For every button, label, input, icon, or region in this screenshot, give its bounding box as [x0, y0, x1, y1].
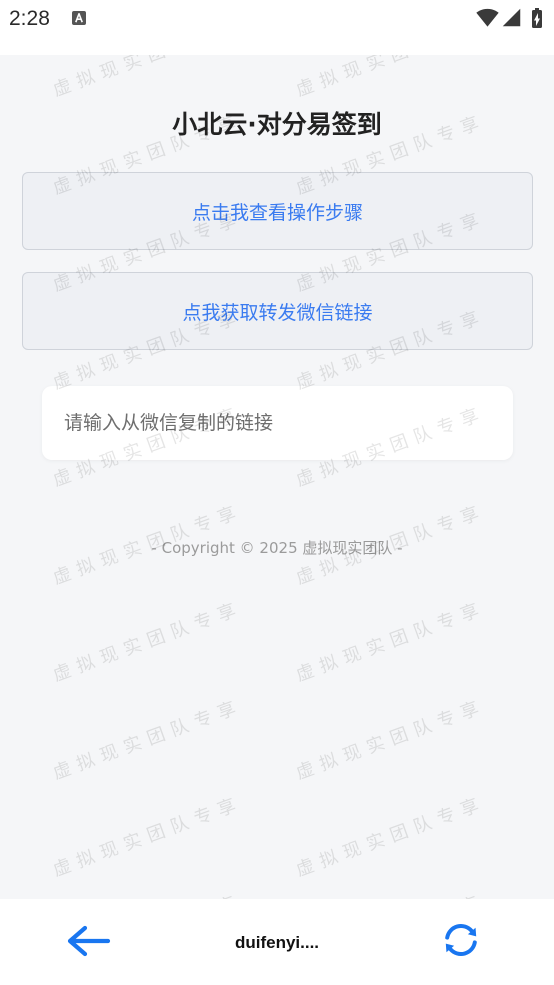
watermark-text: 虚拟现实团队专享 [293, 695, 489, 784]
view-steps-button[interactable]: 点击我查看操作步骤 [22, 172, 533, 250]
watermark-text: 虚拟现实团队专享 [293, 597, 489, 686]
back-button[interactable] [62, 919, 116, 963]
page-content: 小北云·对分易签到 点击我查看操作步骤 点我获取转发微信链接 - Copyrig… [0, 55, 554, 899]
watermark-text: 虚拟现实团队专享 [50, 792, 246, 881]
wifi-icon [476, 8, 499, 27]
link-input-card [42, 386, 513, 460]
arrow-left-icon [67, 925, 111, 957]
get-wechat-link-button[interactable]: 点我获取转发微信链接 [22, 272, 533, 350]
watermark-text: 虚拟现实团队专享 [293, 55, 489, 101]
watermark-text: 虚拟现实团队专享 [293, 890, 488, 899]
refresh-button[interactable] [437, 916, 485, 964]
battery-charging-icon [532, 8, 542, 28]
refresh-icon [445, 924, 477, 956]
page-title: 小北云·对分易签到 [172, 110, 382, 139]
page-url-title: duifenyi.... [234, 933, 320, 952]
phone-screen: 2:28 小北云·对分易签到 点击我查看操作步骤 点我获取转发微信链接 - Co… [0, 0, 554, 985]
watermark-text: 虚拟现实团队专享 [50, 55, 246, 101]
watermark-text: 虚拟现实团队专享 [50, 597, 246, 686]
watermark-text: 虚拟现实团队专享 [50, 695, 246, 784]
status-bar: 2:28 [0, 0, 554, 55]
app-notification-icon [72, 11, 86, 25]
browser-bottom-bar: duifenyi.... [0, 899, 554, 985]
watermark-text: 虚拟现实团队专享 [293, 792, 489, 881]
signal-icon [502, 8, 521, 27]
wechat-link-input[interactable] [42, 386, 513, 460]
watermark-text: 虚拟现实团队专享 [50, 890, 245, 899]
status-time: 2:28 [9, 7, 50, 30]
copyright-text: - Copyright © 2025 虚拟现实团队 - [151, 539, 403, 557]
